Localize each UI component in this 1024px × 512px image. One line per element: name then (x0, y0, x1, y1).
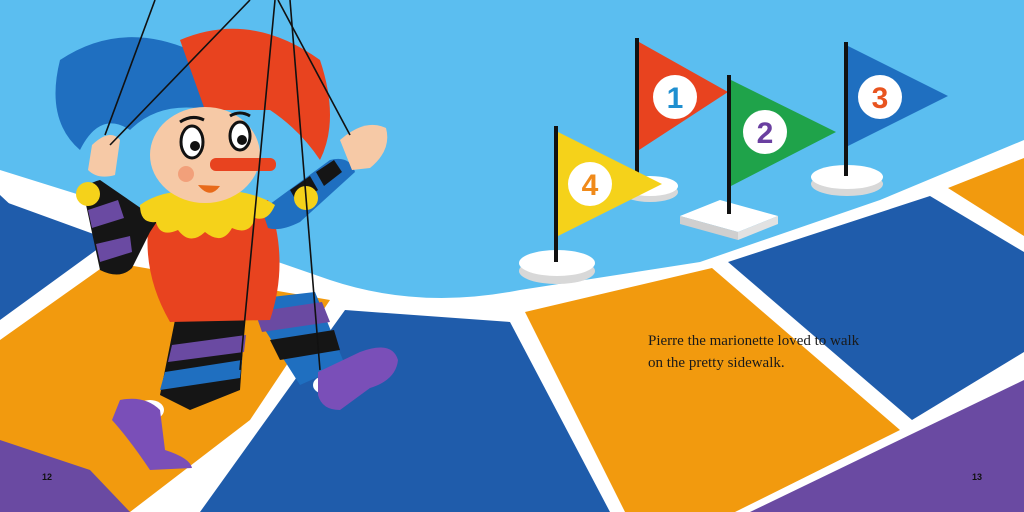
story-line-1: Pierre the marionette loved to walk (648, 333, 860, 349)
left-bell (76, 182, 100, 206)
picture-book-spread: 1 2 3 4 12 13 Pierre the marionette love… (0, 0, 1024, 512)
long-nose (210, 158, 276, 171)
flag-number: 4 (582, 169, 599, 202)
flag-number: 3 (872, 82, 889, 115)
cheek (178, 166, 194, 182)
page-number-right: 13 (972, 472, 982, 482)
illustration: 1 2 3 4 12 13 (0, 0, 1024, 512)
story-text: Pierre the marionette loved to walk on t… (648, 330, 948, 374)
page-number-left: 12 (42, 472, 52, 482)
story-line-2: on the pretty sidewalk. (648, 355, 785, 371)
flag-number: 1 (667, 82, 684, 115)
flag-number: 2 (757, 117, 774, 150)
